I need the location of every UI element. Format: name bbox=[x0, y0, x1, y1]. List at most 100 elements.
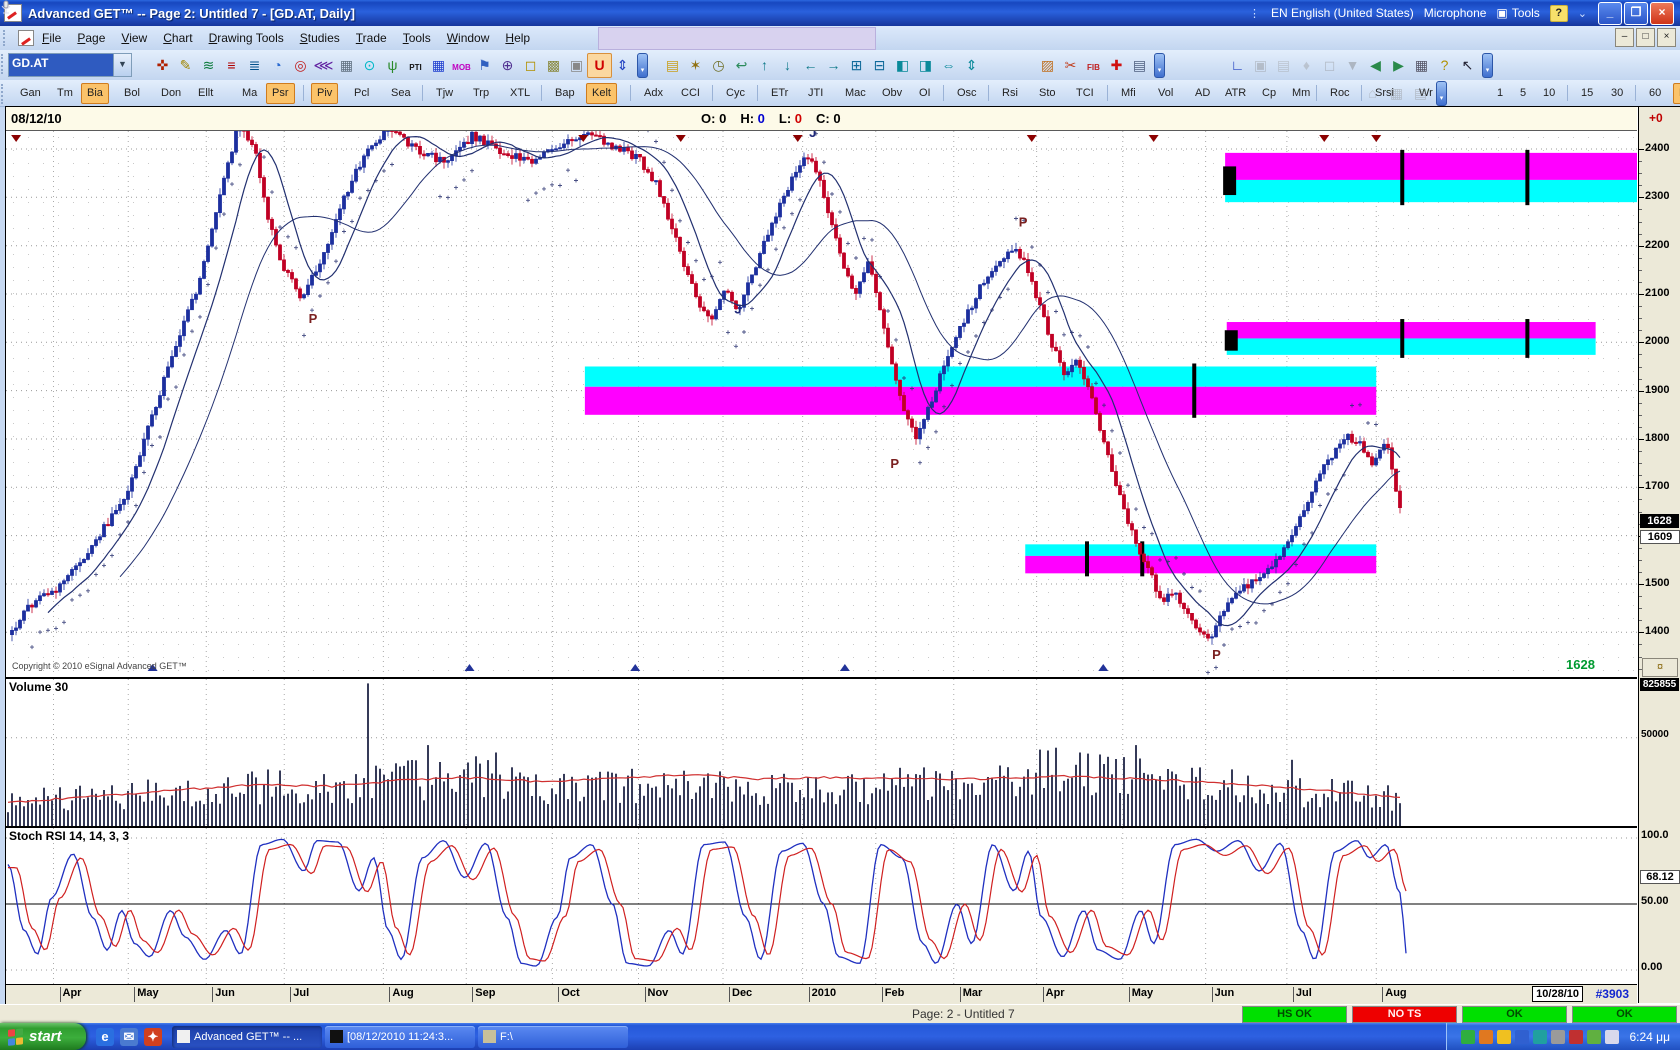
menu-chart[interactable]: Chart bbox=[155, 28, 200, 48]
timeframe-button-d[interactable]: D bbox=[1673, 83, 1680, 104]
mob-icon[interactable]: MOB bbox=[449, 53, 474, 78]
symbol-input[interactable]: GD.AT bbox=[9, 54, 113, 76]
scale-button[interactable]: ¤ bbox=[1642, 658, 1678, 677]
menu-tools[interactable]: Tools bbox=[395, 28, 439, 48]
elips-icon[interactable]: ⊙ bbox=[357, 53, 382, 78]
home-icon[interactable]: ⌂ bbox=[1360, 81, 1385, 106]
save-page-icon[interactable]: ▼ bbox=[1340, 53, 1365, 78]
tray-icon-5[interactable] bbox=[1533, 1030, 1547, 1044]
study-button-rsi[interactable]: Rsi bbox=[996, 83, 1024, 104]
pattern-box-icon[interactable]: ▨ bbox=[1035, 53, 1060, 78]
tile-horizontal-icon[interactable]: ◧ bbox=[890, 53, 915, 78]
study-button-ma[interactable]: Ma bbox=[236, 83, 263, 104]
tray-icon-4[interactable] bbox=[1515, 1030, 1529, 1044]
alarm-clock-icon[interactable]: ◷ bbox=[706, 53, 731, 78]
expand-width-icon[interactable]: ⇔ bbox=[936, 53, 961, 78]
study-button-xtl[interactable]: XTL bbox=[504, 83, 536, 104]
microphone-button[interactable]: Microphone bbox=[1424, 6, 1487, 20]
bell-icon[interactable]: ♦ bbox=[1294, 53, 1319, 78]
folder-gray-icon[interactable]: ▤ bbox=[1271, 53, 1296, 78]
language-bar-grip[interactable]: ⋮ bbox=[1249, 7, 1261, 20]
toolbar-grip[interactable] bbox=[1, 54, 7, 74]
study-button-etr[interactable]: ETr bbox=[765, 83, 794, 104]
study-button-don[interactable]: Don bbox=[155, 83, 187, 104]
pointer-flag-icon[interactable]: ⚑ bbox=[472, 53, 497, 78]
close-button[interactable]: × bbox=[1650, 2, 1674, 25]
lines-cut-icon[interactable]: ✂ bbox=[1058, 53, 1083, 78]
remove-pane-icon[interactable]: ⊟ bbox=[867, 53, 892, 78]
toolbar-scroll-handle[interactable]: ▾ bbox=[1482, 53, 1493, 78]
study-button-bol[interactable]: Bol bbox=[118, 83, 146, 104]
tray-icon-2[interactable] bbox=[1479, 1030, 1493, 1044]
tray-icon-1[interactable] bbox=[1461, 1030, 1475, 1044]
tray-icon-3[interactable] bbox=[1497, 1030, 1511, 1044]
timeframe-button-15[interactable]: 15 bbox=[1575, 83, 1599, 104]
study-button-sea[interactable]: Sea bbox=[385, 83, 417, 104]
split-view-icon[interactable]: ⇕ bbox=[610, 53, 635, 78]
timeframe-button-5[interactable]: 5 bbox=[1514, 83, 1532, 104]
scroll-up-icon[interactable]: ↑ bbox=[752, 53, 777, 78]
mdi-close-button[interactable]: × bbox=[1657, 28, 1676, 47]
lock-icon[interactable]: ▣ bbox=[1248, 53, 1273, 78]
minimize-button[interactable]: _ bbox=[1598, 2, 1622, 25]
price-pane[interactable]: Copyright © 2010 eSignal Advanced GET™ 1… bbox=[6, 131, 1637, 675]
magnet-u-icon[interactable]: U bbox=[587, 53, 612, 78]
fibonacci-icon[interactable]: FIB bbox=[1081, 53, 1106, 78]
study-button-cyc[interactable]: Cyc bbox=[720, 83, 751, 104]
price-tag-icon[interactable]: ◻ bbox=[518, 53, 543, 78]
mdi-minimize-button[interactable]: – bbox=[1615, 28, 1634, 47]
tray-icon-9[interactable] bbox=[1605, 1030, 1619, 1044]
study-button-atr[interactable]: ATR bbox=[1219, 83, 1252, 104]
study-button-ellt[interactable]: Ellt bbox=[192, 83, 219, 104]
start-button[interactable]: start bbox=[0, 1023, 86, 1050]
price-axis[interactable]: +0 2400230022002100200019001800170016001… bbox=[1638, 107, 1680, 1003]
copy-page-icon[interactable]: ▣ bbox=[564, 53, 589, 78]
study-button-mac[interactable]: Mac bbox=[839, 83, 872, 104]
ie-icon[interactable]: e bbox=[96, 1028, 114, 1046]
print-icon[interactable]: ▦ bbox=[1409, 53, 1434, 78]
andrews-pitchfork-icon[interactable]: ψ bbox=[380, 53, 405, 78]
revert-icon[interactable]: ↩ bbox=[729, 53, 754, 78]
blocks-icon[interactable]: ▩ bbox=[541, 53, 566, 78]
timeframe-button-1[interactable]: 1 bbox=[1491, 83, 1509, 104]
volume-canvas[interactable] bbox=[6, 679, 1637, 826]
language-help-button[interactable]: ? bbox=[1550, 5, 1568, 22]
fan-lines-icon[interactable]: ⋘ bbox=[311, 53, 336, 78]
menu-help[interactable]: Help bbox=[497, 28, 538, 48]
study-button-adx[interactable]: Adx bbox=[638, 83, 669, 104]
expand-tool-icon[interactable]: ✜ bbox=[150, 53, 175, 78]
study-button-roc[interactable]: Roc bbox=[1324, 83, 1356, 104]
scroll-left-icon[interactable]: ← bbox=[798, 53, 823, 78]
price-chart-canvas[interactable]: PPPPJJ bbox=[6, 131, 1637, 675]
study-button-pcl[interactable]: Pcl bbox=[348, 83, 375, 104]
study-button-mm[interactable]: Mm bbox=[1286, 83, 1316, 104]
study-button-gan[interactable]: Gan bbox=[14, 83, 47, 104]
task-button-3[interactable]: F:\ bbox=[478, 1026, 628, 1048]
red-cross-icon[interactable]: ✚ bbox=[1104, 53, 1129, 78]
outlook-icon[interactable]: ✉ bbox=[120, 1028, 138, 1046]
study-button-psr[interactable]: Psr bbox=[266, 83, 295, 104]
prev-page-icon[interactable]: ◀ bbox=[1363, 53, 1388, 78]
bee-icon[interactable]: ✶ bbox=[683, 53, 708, 78]
symbol-dropdown-button[interactable]: ▼ bbox=[113, 54, 131, 76]
menu-studies[interactable]: Studies bbox=[292, 28, 348, 48]
task-button-1[interactable]: Advanced GET™ -- ... bbox=[172, 1026, 322, 1048]
menu-view[interactable]: View bbox=[113, 28, 155, 48]
mdi-restore-button[interactable]: □ bbox=[1636, 28, 1655, 47]
blue-grid-icon[interactable]: ▦ bbox=[426, 53, 451, 78]
help-icon[interactable]: ? bbox=[1432, 53, 1457, 78]
pti-icon[interactable]: PTI bbox=[403, 53, 428, 78]
study-button-bia[interactable]: Bia bbox=[81, 83, 109, 104]
toolbar-scroll-handle[interactable]: ▾ bbox=[1154, 53, 1165, 78]
mdi-child-icon[interactable] bbox=[18, 30, 34, 46]
study-button-sto[interactable]: Sto bbox=[1033, 83, 1062, 104]
expand-height-icon[interactable]: ⇕ bbox=[959, 53, 984, 78]
study-button-piv[interactable]: Piv bbox=[311, 83, 338, 104]
messenger-icon[interactable]: ✦ bbox=[144, 1028, 162, 1046]
volume-pane[interactable]: Volume 30 bbox=[6, 677, 1637, 826]
study-button-tci[interactable]: TCI bbox=[1070, 83, 1100, 104]
scroll-right-icon[interactable]: → bbox=[821, 53, 846, 78]
language-tools-button[interactable]: ▣ Tools bbox=[1496, 6, 1539, 20]
study-button-cp[interactable]: Cp bbox=[1256, 83, 1282, 104]
context-help-icon[interactable]: ↖ bbox=[1455, 53, 1480, 78]
